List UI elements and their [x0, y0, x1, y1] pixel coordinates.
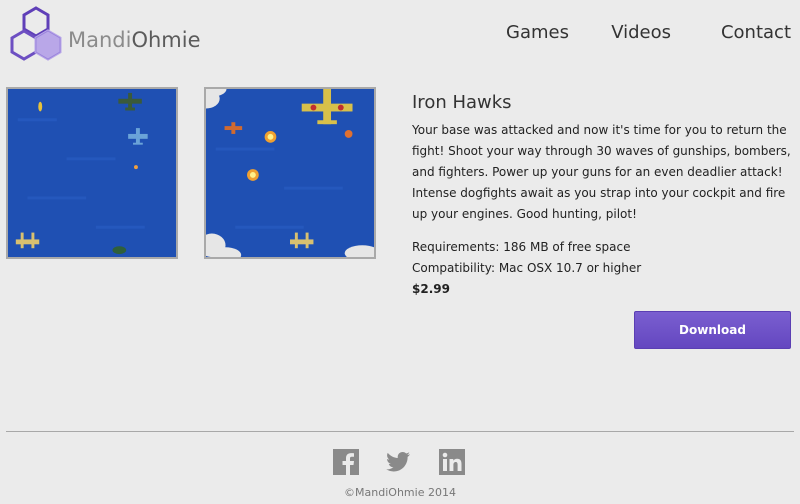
product-info: Iron Hawks Your base was attacked and no… [412, 92, 794, 300]
product-title: Iron Hawks [412, 92, 512, 113]
game-screenshot-2[interactable] [204, 87, 376, 259]
logo-text-light: Mandi [68, 28, 132, 52]
download-button[interactable]: Download [634, 311, 791, 349]
nav-games[interactable]: Games [506, 22, 569, 43]
site-header: MandiOhmie Games Videos Contact [0, 0, 800, 70]
product-description: Your base was attacked and now it's time… [412, 123, 791, 221]
product-requirements: Requirements: 186 MB of free space [412, 240, 631, 254]
product-compatibility: Compatibility: Mac OSX 10.7 or higher [412, 261, 642, 275]
hexagon-cluster-icon [10, 6, 62, 61]
logo[interactable]: MandiOhmie [6, 6, 201, 64]
linkedin-icon[interactable] [439, 449, 465, 475]
copyright: ©MandiOhmie 2014 [344, 486, 456, 499]
footer-divider [6, 431, 794, 432]
twitter-icon[interactable] [385, 449, 411, 475]
facebook-icon[interactable] [333, 449, 359, 475]
nav-videos[interactable]: Videos [611, 22, 671, 43]
game-screenshot-2-image [206, 89, 374, 257]
game-screenshot-1[interactable] [6, 87, 178, 259]
product-price: $2.99 [412, 282, 450, 296]
nav-contact[interactable]: Contact [721, 22, 791, 43]
logo-text-dark: Ohmie [131, 28, 201, 52]
game-screenshot-1-image [8, 89, 176, 257]
logo-wordmark: MandiOhmie [68, 28, 201, 52]
product-specs: Requirements: 186 MB of free space Compa… [412, 237, 794, 300]
social-links [0, 449, 800, 475]
